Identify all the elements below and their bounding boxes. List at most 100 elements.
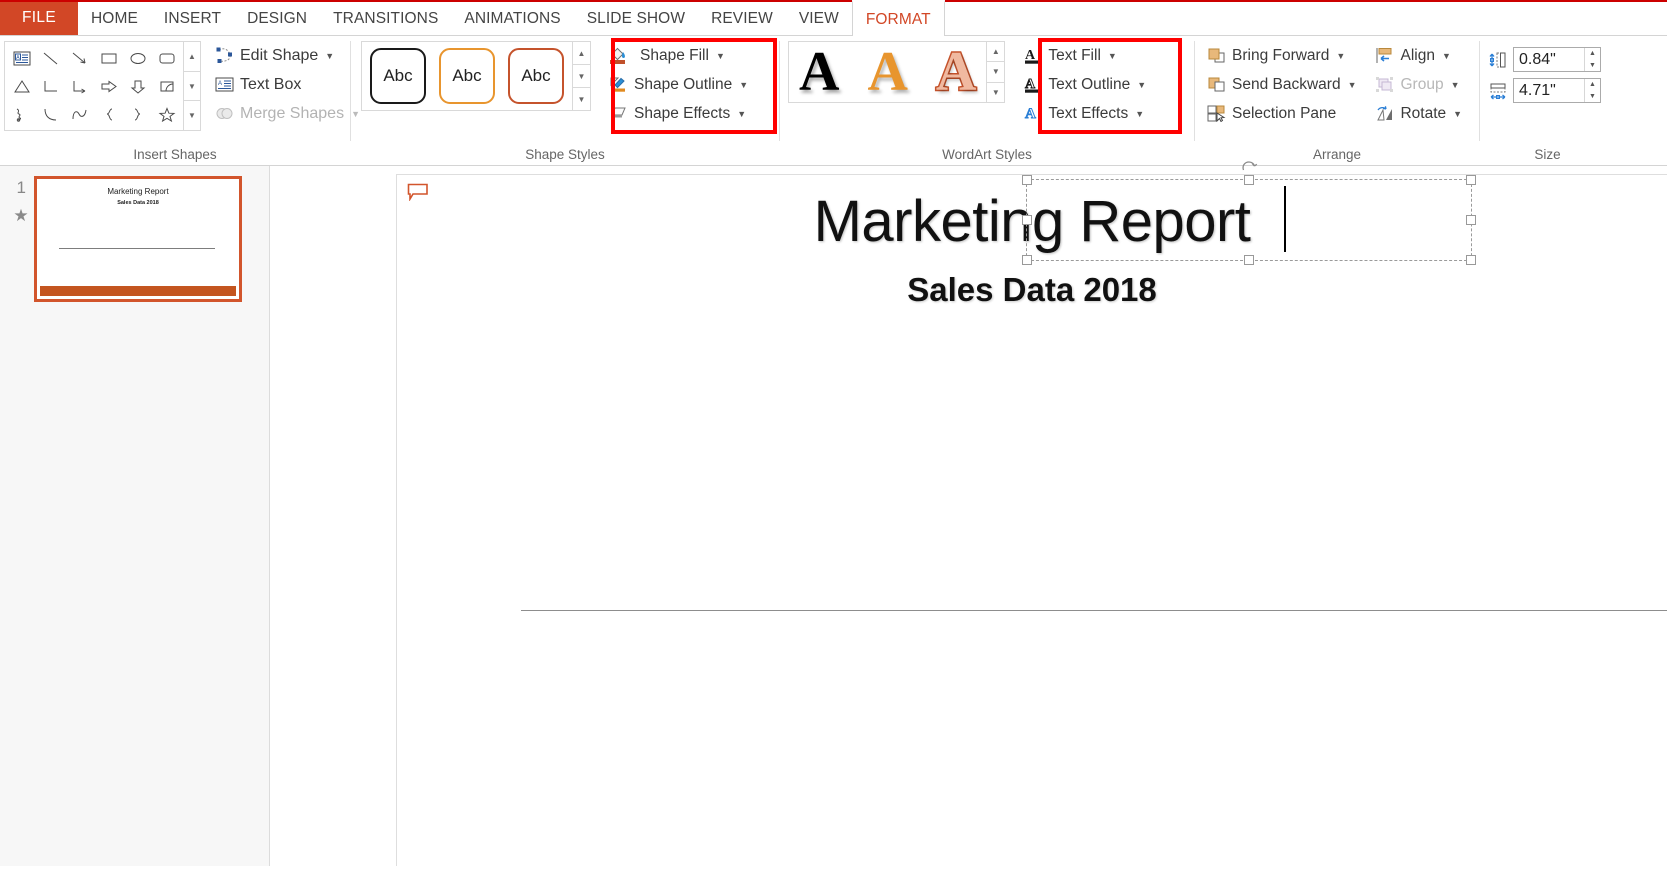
text-fill-caret-icon[interactable]: ▼ — [1108, 51, 1117, 61]
slide-canvas[interactable]: Marketing Report Sales Data 2018 — [396, 161, 1667, 866]
shape-gallery-more-icon[interactable]: ▼ — [184, 101, 200, 131]
elbow-connector-shape-icon[interactable] — [36, 72, 65, 100]
tab-slide-show[interactable]: SLIDE SHOW — [574, 0, 698, 35]
freeform-shape-icon[interactable] — [65, 100, 94, 128]
line-shape-icon[interactable] — [36, 44, 65, 72]
text-effects-caret-icon[interactable]: ▼ — [1135, 109, 1144, 119]
tab-view[interactable]: VIEW — [786, 0, 852, 35]
shape-outline-caret-icon[interactable]: ▼ — [739, 80, 748, 90]
text-effects-button[interactable]: A Text Effects ▼ — [1017, 99, 1151, 128]
rotate-icon — [1374, 104, 1394, 124]
shape-gallery-scroll-down-icon[interactable]: ▼ — [184, 71, 200, 102]
shape-gallery-scroll[interactable]: ▲ ▼ ▼ — [183, 42, 200, 131]
left-brace-shape-icon[interactable] — [94, 100, 123, 128]
thumbnail-divider-line — [59, 248, 215, 249]
tab-insert[interactable]: INSERT — [151, 0, 234, 35]
shape-outline-label: Shape Outline — [634, 75, 733, 93]
right-brace-shape-icon[interactable] — [123, 100, 152, 128]
right-arrow-shape-icon[interactable] — [94, 72, 123, 100]
align-button[interactable]: Align ▼ — [1369, 41, 1467, 70]
slide-thumbnail-1[interactable]: Marketing Report Sales Data 2018 — [34, 176, 242, 302]
shape-gallery-scroll-up-icon[interactable]: ▲ — [184, 42, 200, 72]
rotate-button[interactable]: Rotate ▼ — [1369, 99, 1467, 128]
resize-handle-bottom-left[interactable] — [1022, 255, 1032, 265]
tab-home[interactable]: HOME — [78, 0, 151, 35]
wordart-styles-scroll[interactable]: ▲ ▼ ▼ — [986, 42, 1005, 102]
shape-styles-more-icon[interactable]: ▼ — [573, 88, 590, 110]
send-backward-caret-icon[interactable]: ▼ — [1348, 80, 1357, 90]
rotate-caret-icon[interactable]: ▼ — [1453, 109, 1462, 119]
shape-effects-caret-icon[interactable]: ▼ — [737, 109, 746, 119]
align-caret-icon[interactable]: ▼ — [1442, 51, 1451, 61]
ribbon-group-insert-shapes: A ▲ ▼ ▼ Edit Shape ▼ A Text Box Merge Sh… — [0, 36, 360, 165]
resize-handle-bottom-right[interactable] — [1466, 255, 1476, 265]
resize-handle-top-center[interactable] — [1244, 175, 1254, 185]
wordart-more-icon[interactable]: ▼ — [987, 82, 1005, 102]
down-arrow-shape-icon[interactable] — [123, 72, 152, 100]
edit-shape-button[interactable]: Edit Shape ▼ — [208, 41, 366, 70]
resize-handle-middle-left[interactable] — [1022, 215, 1032, 225]
shape-style-thumb-black[interactable]: Abc — [370, 48, 426, 104]
shape-gallery[interactable]: A ▲ ▼ ▼ — [4, 41, 201, 131]
wordart-thumb-peach-outline[interactable]: A — [934, 43, 977, 102]
shape-style-thumb-orange[interactable]: Abc — [439, 48, 495, 104]
tab-file[interactable]: FILE — [0, 0, 78, 35]
wordart-scroll-up-icon[interactable]: ▲ — [987, 42, 1005, 63]
bring-forward-caret-icon[interactable]: ▼ — [1336, 51, 1345, 61]
shape-style-thumb-red[interactable]: Abc — [508, 48, 564, 104]
tab-animations[interactable]: ANIMATIONS — [451, 0, 573, 35]
star-shape-icon[interactable] — [152, 100, 181, 128]
triangle-shape-icon[interactable] — [7, 72, 36, 100]
shape-styles-scroll-up-icon[interactable]: ▲ — [573, 42, 590, 65]
tab-review[interactable]: REVIEW — [698, 0, 786, 35]
shape-outline-button[interactable]: Shape Outline ▼ — [603, 70, 753, 99]
bring-forward-button[interactable]: Bring Forward ▼ — [1201, 41, 1361, 70]
selection-pane-button[interactable]: Selection Pane — [1201, 99, 1361, 128]
text-outline-button[interactable]: A Text Outline ▼ — [1017, 70, 1151, 99]
shape-height-stepper[interactable]: ▲ ▼ — [1513, 47, 1601, 72]
elbow-arrow-connector-shape-icon[interactable] — [65, 72, 94, 100]
pie-shape-icon[interactable] — [152, 72, 181, 100]
scribble-shape-icon[interactable] — [7, 100, 36, 128]
text-outline-caret-icon[interactable]: ▼ — [1137, 80, 1146, 90]
text-fill-button[interactable]: A Text Fill ▼ — [1017, 41, 1151, 70]
wordart-thumb-orange[interactable]: A — [867, 44, 907, 100]
shape-width-stepper[interactable]: ▲ ▼ — [1513, 78, 1601, 103]
tab-transitions[interactable]: TRANSITIONS — [320, 0, 451, 35]
wordart-styles-gallery[interactable]: A A A ▲ ▼ ▼ — [788, 41, 1006, 103]
rectangle-shape-icon[interactable] — [94, 44, 123, 72]
wordart-scroll-down-icon[interactable]: ▼ — [987, 62, 1005, 83]
shape-width-input[interactable] — [1514, 81, 1584, 100]
resize-handle-bottom-center[interactable] — [1244, 255, 1254, 265]
shape-fill-button[interactable]: Shape Fill ▼ — [603, 41, 753, 70]
oval-shape-icon[interactable] — [123, 44, 152, 72]
shape-effects-button[interactable]: Shape Effects ▼ — [603, 99, 753, 128]
edit-shape-caret-icon[interactable]: ▼ — [325, 51, 334, 61]
shape-width-decrement-icon[interactable]: ▼ — [1585, 91, 1600, 103]
shape-styles-gallery[interactable]: Abc Abc Abc ▲ ▼ ▼ — [361, 41, 591, 111]
shape-width-increment-icon[interactable]: ▲ — [1585, 79, 1600, 91]
shape-styles-scroll[interactable]: ▲ ▼ ▼ — [572, 42, 590, 110]
tab-design[interactable]: DESIGN — [234, 0, 320, 35]
shape-fill-label: Shape Fill — [640, 46, 709, 64]
shape-height-increment-icon[interactable]: ▲ — [1585, 48, 1600, 60]
slide-thumbnail-pane[interactable]: 1 ★ Marketing Report Sales Data 2018 — [0, 166, 270, 866]
wordart-thumb-black[interactable]: A — [799, 44, 839, 100]
text-box-button[interactable]: A Text Box — [208, 70, 366, 99]
resize-handle-middle-right[interactable] — [1466, 215, 1476, 225]
textbox-shape-icon[interactable]: A — [7, 44, 36, 72]
resize-handle-top-left[interactable] — [1022, 175, 1032, 185]
shape-height-decrement-icon[interactable]: ▼ — [1585, 60, 1600, 72]
shape-styles-scroll-down-icon[interactable]: ▼ — [573, 65, 590, 88]
resize-handle-top-right[interactable] — [1466, 175, 1476, 185]
tab-format[interactable]: FORMAT — [851, 0, 945, 36]
slide-subtitle-text[interactable]: Sales Data 2018 — [397, 271, 1667, 309]
send-backward-button[interactable]: Send Backward ▼ — [1201, 70, 1361, 99]
shape-height-input[interactable] — [1514, 50, 1584, 69]
rounded-rectangle-shape-icon[interactable] — [152, 44, 181, 72]
title-placeholder-selection-frame[interactable] — [1022, 161, 1476, 265]
rotate-handle-icon[interactable] — [1240, 158, 1258, 176]
shape-fill-caret-icon[interactable]: ▼ — [716, 51, 725, 61]
arrow-line-shape-icon[interactable] — [65, 44, 94, 72]
curve-shape-icon[interactable] — [36, 100, 65, 128]
